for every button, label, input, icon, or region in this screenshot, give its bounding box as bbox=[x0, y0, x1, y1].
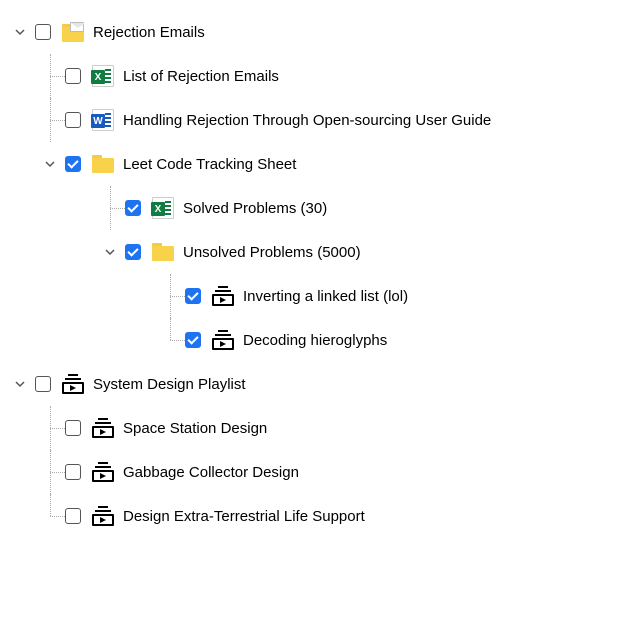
checkbox[interactable] bbox=[125, 200, 141, 216]
tree-item-garbage-collector[interactable]: Gabbage Collector Design bbox=[5, 450, 620, 494]
tree-item-handling-rejection[interactable]: W Handling Rejection Through Open-sourcin… bbox=[5, 98, 620, 142]
playlist-icon bbox=[62, 374, 84, 394]
checkbox[interactable] bbox=[65, 68, 81, 84]
tree-item-rejection[interactable]: Rejection Emails bbox=[5, 10, 620, 54]
tree-item-inverting[interactable]: Inverting a linked list (lol) bbox=[5, 274, 620, 318]
mail-folder-icon bbox=[62, 22, 84, 42]
excel-icon: X bbox=[92, 65, 114, 87]
playlist-icon bbox=[212, 330, 234, 350]
tree-item-solved[interactable]: X Solved Problems (30) bbox=[5, 186, 620, 230]
tree-item-decoding[interactable]: Decoding hieroglyphs bbox=[5, 318, 620, 362]
checkbox[interactable] bbox=[35, 376, 51, 392]
folder-icon bbox=[92, 155, 114, 173]
item-label: Decoding hieroglyphs bbox=[243, 332, 387, 349]
chevron-down-icon[interactable] bbox=[35, 158, 65, 170]
tree-item-sysdesign[interactable]: System Design Playlist bbox=[5, 362, 620, 406]
item-label: List of Rejection Emails bbox=[123, 68, 279, 85]
item-label: System Design Playlist bbox=[93, 376, 246, 393]
tree-item-leetcode[interactable]: Leet Code Tracking Sheet bbox=[5, 142, 620, 186]
tree-item-space-station[interactable]: Space Station Design bbox=[5, 406, 620, 450]
playlist-icon bbox=[212, 286, 234, 306]
item-label: Unsolved Problems (5000) bbox=[183, 244, 361, 261]
chevron-down-icon[interactable] bbox=[95, 246, 125, 258]
checkbox[interactable] bbox=[65, 464, 81, 480]
tree-item-list-rejection[interactable]: X List of Rejection Emails bbox=[5, 54, 620, 98]
checkbox[interactable] bbox=[65, 508, 81, 524]
playlist-icon bbox=[92, 418, 114, 438]
checkbox[interactable] bbox=[185, 288, 201, 304]
chevron-down-icon[interactable] bbox=[5, 26, 35, 38]
item-label: Rejection Emails bbox=[93, 24, 205, 41]
item-label: Handling Rejection Through Open-sourcing… bbox=[123, 112, 491, 129]
checkbox[interactable] bbox=[125, 244, 141, 260]
playlist-icon bbox=[92, 506, 114, 526]
word-icon: W bbox=[92, 109, 114, 131]
item-label: Inverting a linked list (lol) bbox=[243, 288, 408, 305]
item-label: Solved Problems (30) bbox=[183, 200, 327, 217]
checkbox[interactable] bbox=[65, 112, 81, 128]
excel-icon: X bbox=[152, 197, 174, 219]
checkbox[interactable] bbox=[185, 332, 201, 348]
item-label: Space Station Design bbox=[123, 420, 267, 437]
item-label: Gabbage Collector Design bbox=[123, 464, 299, 481]
file-tree: Rejection Emails X List of Rejection Email… bbox=[5, 10, 620, 538]
checkbox[interactable] bbox=[35, 24, 51, 40]
checkbox[interactable] bbox=[65, 156, 81, 172]
checkbox[interactable] bbox=[65, 420, 81, 436]
playlist-icon bbox=[92, 462, 114, 482]
tree-item-et-life[interactable]: Design Extra-Terrestrial Life Support bbox=[5, 494, 620, 538]
tree-item-unsolved[interactable]: Unsolved Problems (5000) bbox=[5, 230, 620, 274]
folder-icon bbox=[152, 243, 174, 261]
chevron-down-icon[interactable] bbox=[5, 378, 35, 390]
item-label: Leet Code Tracking Sheet bbox=[123, 156, 296, 173]
item-label: Design Extra-Terrestrial Life Support bbox=[123, 508, 365, 525]
